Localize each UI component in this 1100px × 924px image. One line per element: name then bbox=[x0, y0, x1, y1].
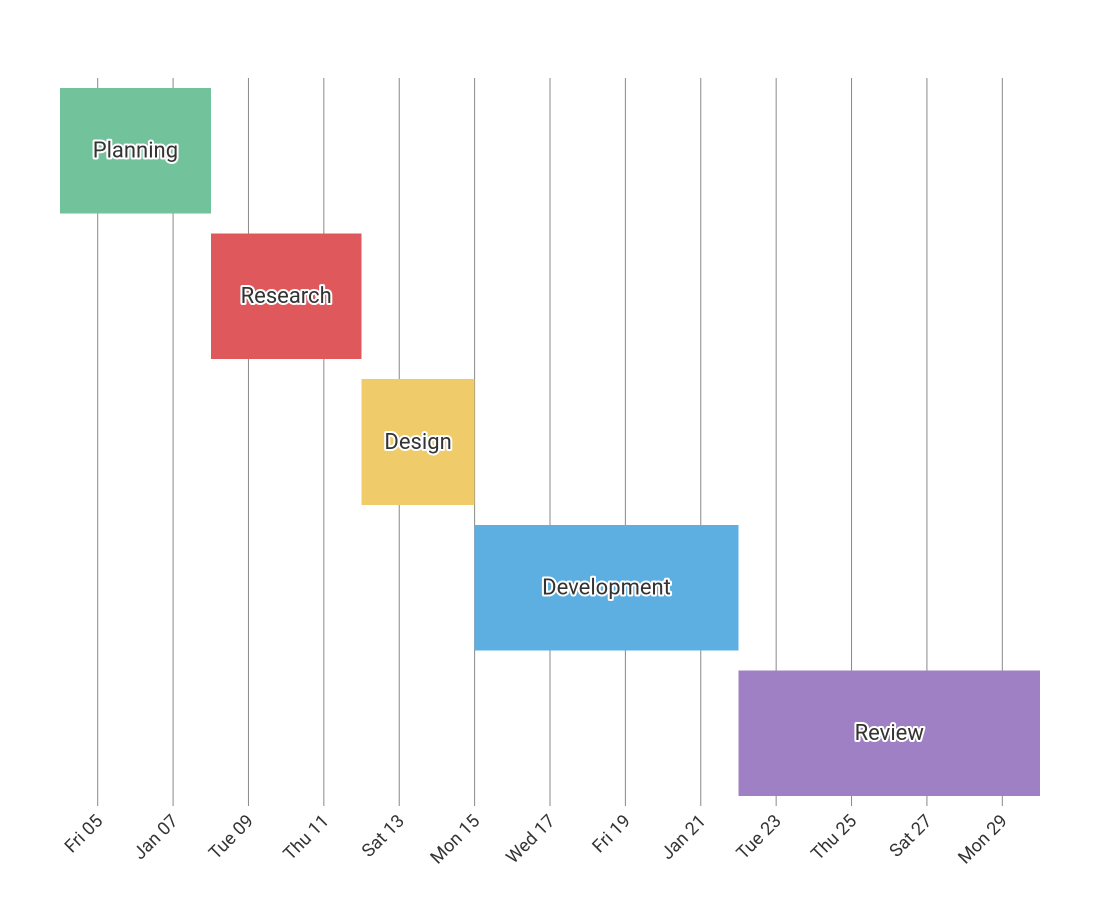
gantt-bar-label: Review bbox=[855, 721, 925, 746]
x-tick-label: Wed 17 bbox=[502, 811, 559, 868]
x-tick-label: Mon 15 bbox=[426, 811, 484, 869]
gantt-bar-label: Design bbox=[384, 430, 451, 455]
x-tick-label: Fri 19 bbox=[588, 811, 635, 858]
gantt-bar-label: Development bbox=[542, 575, 671, 600]
x-tick-label: Mon 29 bbox=[954, 811, 1012, 869]
x-tick-label: Fri 05 bbox=[61, 811, 108, 858]
gantt-chart: Fri 05 Jan 07 Tue 09 Thu 11 Sat 13 Mon 15 Wed … bbox=[0, 0, 1100, 924]
gantt-bar-label: Research bbox=[241, 284, 332, 309]
x-tick-label: Thu 11 bbox=[279, 811, 333, 865]
x-tick-label: Jan 21 bbox=[657, 811, 710, 864]
x-tick-label: Sat 13 bbox=[358, 811, 409, 862]
gantt-bar-label: Planning bbox=[93, 139, 178, 164]
x-tick-label: Thu 25 bbox=[807, 811, 861, 865]
x-tick-label: Sat 27 bbox=[885, 811, 936, 862]
x-tick-label: Tue 23 bbox=[733, 811, 786, 864]
x-tick-label: Jan 07 bbox=[129, 811, 182, 864]
x-tick-label: Tue 09 bbox=[205, 811, 258, 864]
